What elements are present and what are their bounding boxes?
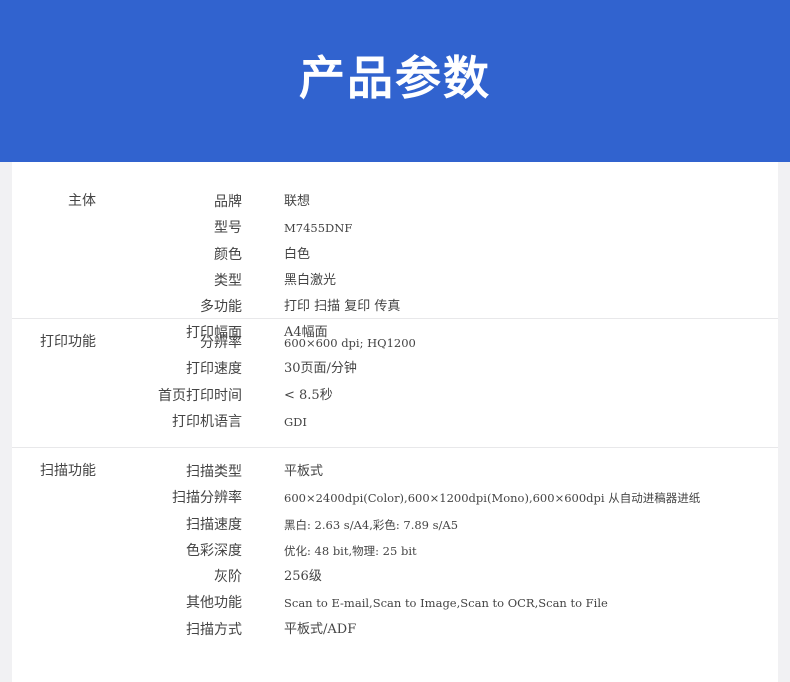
spec-value: 平板式 xyxy=(284,464,324,479)
spec-value: 打印 扫描 复印 传真 xyxy=(284,299,401,315)
spec-row: 色彩深度 优化: 48 bit,物理: 25 bit xyxy=(12,538,778,564)
spec-row: 多功能 打印 扫描 复印 传真 xyxy=(12,294,778,320)
spec-row: 分辨率 600×600 dpi; HQ1200 xyxy=(12,330,778,356)
spec-key: 类型 xyxy=(214,272,242,289)
spec-value: 黑白: 2.63 s/A4,彩色: 7.89 s/A5 xyxy=(284,517,459,532)
spec-row: 打印机语言 GDI xyxy=(12,409,778,435)
spec-value: 600×2400dpi(Color),600×1200dpi(Mono),600… xyxy=(284,491,701,506)
spec-value: GDI xyxy=(284,414,307,429)
spec-value: 600×600 dpi; HQ1200 xyxy=(284,336,416,350)
spec-key: 灰阶 xyxy=(214,569,242,586)
spec-key: 型号 xyxy=(214,220,242,237)
spec-row: 首页打印时间 < 8.5秒 xyxy=(12,383,778,409)
section-scan: 扫描功能 扫描类型 平板式 扫描分辨率 600×2400dpi(Color),600… xyxy=(12,448,778,643)
spec-key: 多功能 xyxy=(200,299,242,316)
spec-value: 优化: 48 bit,物理: 25 bit xyxy=(284,543,417,558)
spec-row: 扫描方式 平板式/ADF xyxy=(12,617,778,643)
page-title: 产品参数 xyxy=(299,51,491,105)
spec-key: 首页打印时间 xyxy=(158,387,242,404)
spec-row: 类型 黑白激光 xyxy=(12,268,778,294)
header-banner: 产品参数 xyxy=(0,0,790,162)
spec-table: 主体 品牌 联想 型号 M7455DNF 颜色 白色 类型 黑白激光 多功能 打印 扫描 … xyxy=(12,162,778,682)
spec-key: 色彩深度 xyxy=(186,542,242,559)
spec-row: 扫描速度 黑白: 2.63 s/A4,彩色: 7.89 s/A5 xyxy=(12,512,778,538)
spec-row: 型号 M7455DNF xyxy=(12,215,778,241)
spec-value: 联想 xyxy=(284,194,311,209)
spec-value: Scan to E-mail,Scan to Image,Scan to OCR… xyxy=(284,596,608,611)
spec-value: 30页面/分钟 xyxy=(284,361,357,377)
spec-key: 扫描速度 xyxy=(186,516,242,533)
spec-key: 打印机语言 xyxy=(172,413,242,430)
spec-value: 白色 xyxy=(284,246,311,262)
spec-key: 其他功能 xyxy=(186,595,242,612)
spec-row: 扫描类型 平板式 xyxy=(12,459,778,485)
spec-value: 黑白激光 xyxy=(284,272,337,288)
spec-key: 扫描类型 xyxy=(186,464,242,480)
spec-row: 颜色 白色 xyxy=(12,242,778,268)
spec-value: < 8.5秒 xyxy=(284,387,333,403)
spec-row: 其他功能 Scan to E-mail,Scan to Image,Scan to… xyxy=(12,590,778,616)
spec-key: 颜色 xyxy=(214,246,242,263)
spec-key: 打印速度 xyxy=(186,361,242,378)
section-print: 打印功能 分辨率 600×600 dpi; HQ1200 打印速度 30页面/分钟 … xyxy=(12,319,778,448)
spec-row: 扫描分辨率 600×2400dpi(Color),600×1200dpi(Mono… xyxy=(12,485,778,511)
spec-value: 平板式/ADF xyxy=(284,621,357,637)
spec-row: 品牌 联想 xyxy=(12,189,778,215)
spec-value: 256级 xyxy=(284,569,322,585)
spec-row: 灰阶 256级 xyxy=(12,564,778,590)
spec-key: 扫描分辨率 xyxy=(172,490,242,507)
spec-key: 分辨率 xyxy=(200,335,242,351)
spec-key: 扫描方式 xyxy=(186,621,242,638)
spec-row: 打印速度 30页面/分钟 xyxy=(12,356,778,382)
section-main: 主体 品牌 联想 型号 M7455DNF 颜色 白色 类型 黑白激光 多功能 打印 扫描 … xyxy=(12,162,778,341)
spec-value: M7455DNF xyxy=(284,221,353,236)
spec-key: 品牌 xyxy=(214,194,242,210)
